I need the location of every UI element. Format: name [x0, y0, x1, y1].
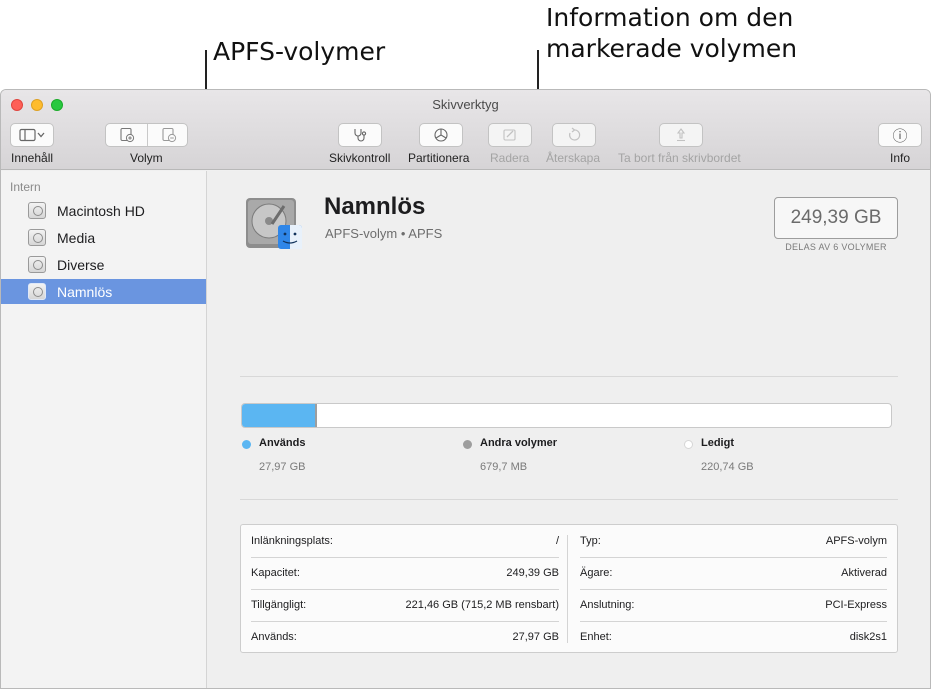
- add-volume-button[interactable]: [106, 124, 147, 146]
- legend-free-value: 220,74 GB: [701, 461, 754, 473]
- sidebar-item-label: Namnlös: [57, 283, 113, 300]
- callout-volume-info: Information om den markerade volymen: [546, 2, 797, 64]
- volume-label: Volym: [130, 151, 163, 165]
- sidebar-item-diverse[interactable]: Diverse: [1, 252, 206, 277]
- info-row-available: Tillgängligt: 221,46 GB (715,2 MB rensba…: [251, 589, 559, 621]
- info-row-device: Enhet: disk2s1: [580, 621, 887, 653]
- sidebar-icon: [19, 128, 45, 142]
- pie-chart-icon: [434, 128, 448, 142]
- disk-icon: [28, 202, 46, 219]
- info-value: Aktiverad: [841, 567, 887, 579]
- erase-label: Radera: [490, 151, 530, 165]
- volume-subtitle: APFS-volym • APFS: [325, 226, 443, 241]
- restore-button[interactable]: [552, 123, 596, 147]
- volume-name: Namnlös: [324, 193, 426, 220]
- callout-volume-info-line1: Information om den: [546, 3, 794, 32]
- info-value: 249,39 GB: [506, 567, 559, 579]
- partition-label: Partitionera: [408, 151, 470, 165]
- restore-label: Återskapa: [546, 151, 601, 165]
- sidebar-section-internal: Intern: [10, 180, 41, 194]
- stethoscope-icon: [354, 129, 367, 142]
- unmount-button[interactable]: [659, 123, 703, 147]
- volume-segmented-control: [105, 123, 188, 147]
- legend-other-name: Andra volymer: [480, 437, 558, 449]
- info-row-used: Används: 27,97 GB: [251, 621, 559, 653]
- legend-free-dot: [684, 440, 693, 449]
- callout-apfs-volumes: APFS-volymer: [213, 37, 386, 66]
- sidebar: Intern Macintosh HD Media Diverse Namnlö…: [1, 171, 207, 688]
- volume-info-table: Inlänkningsplats: / Kapacitet: 249,39 GB…: [240, 524, 898, 653]
- volume-detail-pane: Namnlös APFS-volym • APFS 249,39 GB DELA…: [207, 171, 930, 688]
- divider: [240, 499, 898, 500]
- info-value: PCI-Express: [825, 599, 887, 611]
- unmount-icon: [676, 128, 686, 142]
- sidebar-item-label: Media: [57, 229, 96, 246]
- legend-used-name: Används: [259, 437, 306, 449]
- sidebar-item-macintosh-hd[interactable]: Macintosh HD: [1, 198, 206, 223]
- info-value: 221,46 GB (715,2 MB rensbart): [405, 599, 559, 611]
- legend-other-dot: [463, 440, 472, 449]
- info-key: Typ:: [580, 535, 601, 547]
- content-label: Innehåll: [11, 151, 54, 165]
- erase-button[interactable]: [488, 123, 532, 147]
- callout-volume-info-line2: markerade volymen: [546, 34, 798, 63]
- toolbar: Skivverktyg Innehåll Volym Skivkontroll …: [1, 90, 930, 170]
- sidebar-item-namnlos[interactable]: Namnlös: [1, 279, 206, 304]
- info-row-mount-point: Inlänkningsplats: /: [251, 525, 559, 557]
- info-key: Tillgängligt:: [251, 599, 307, 611]
- info-value: APFS-volym: [825, 535, 887, 547]
- legend-used-dot: [242, 440, 251, 449]
- info-value: /: [555, 535, 559, 547]
- sidebar-item-label: Macintosh HD: [57, 202, 145, 219]
- remove-volume-button[interactable]: [148, 124, 189, 146]
- partition-button[interactable]: [419, 123, 463, 147]
- info-icon: ⓘ: [892, 127, 908, 145]
- info-key: Anslutning:: [580, 599, 635, 611]
- unmount-label: Ta bort från skrivbordet: [618, 151, 741, 165]
- disk-icon: [28, 229, 46, 246]
- disk-utility-window: Skivverktyg Innehåll Volym Skivkontroll …: [0, 89, 931, 689]
- info-button[interactable]: ⓘ: [878, 123, 922, 147]
- sidebar-item-label: Diverse: [57, 256, 105, 273]
- first-aid-label: Skivkontroll: [329, 151, 391, 165]
- legend-used-value: 27,97 GB: [259, 461, 306, 473]
- info-column-divider: [567, 535, 568, 643]
- disk-icon: [28, 283, 46, 300]
- legend-free-name: Ledigt: [701, 437, 734, 449]
- info-row-type: Typ: APFS-volym: [580, 525, 887, 557]
- legend-other-value: 679,7 MB: [480, 461, 528, 473]
- window-title: Skivverktyg: [432, 97, 499, 112]
- usage-bar-other-volumes: [314, 404, 317, 427]
- info-key: Enhet:: [580, 631, 612, 643]
- divider: [240, 376, 898, 377]
- capacity-shared-note: DELAS AV 6 VOLYMER: [785, 242, 887, 252]
- sidebar-item-media[interactable]: Media: [1, 225, 206, 250]
- info-row-owners: Ägare: Aktiverad: [580, 557, 887, 589]
- hard-drive-icon: [246, 198, 302, 249]
- info-row-connection: Anslutning: PCI-Express: [580, 589, 887, 621]
- usage-bar-used: [242, 404, 315, 427]
- erase-icon: [503, 129, 516, 141]
- info-value: 27,97 GB: [512, 631, 559, 643]
- restore-icon: [569, 127, 581, 141]
- info-key: Används:: [251, 631, 297, 643]
- capacity-box: 249,39 GB: [774, 197, 898, 239]
- info-key: Ägare:: [580, 567, 613, 579]
- info-label: Info: [890, 151, 911, 165]
- first-aid-button[interactable]: [338, 123, 382, 147]
- usage-bar: [241, 403, 892, 428]
- sidebar-toggle-button[interactable]: [10, 123, 54, 147]
- add-volume-icon: [119, 127, 134, 143]
- disk-icon: [28, 256, 46, 273]
- info-key: Kapacitet:: [251, 567, 300, 579]
- remove-volume-icon: [161, 127, 176, 143]
- info-value: disk2s1: [849, 631, 887, 643]
- info-key: Inlänkningsplats:: [251, 535, 333, 547]
- info-row-capacity: Kapacitet: 249,39 GB: [251, 557, 559, 589]
